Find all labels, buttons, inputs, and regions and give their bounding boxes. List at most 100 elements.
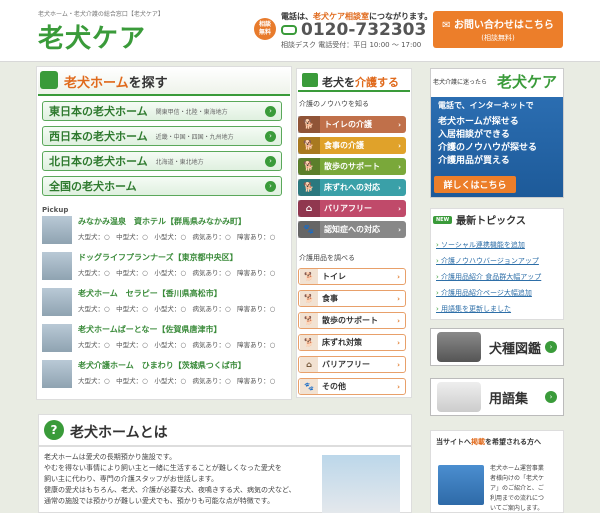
advertise-text: 者様向けの「老犬ケ: [490, 475, 545, 482]
chevron-right-icon: ›: [397, 360, 400, 369]
about-title: 老犬ホームとは: [70, 425, 168, 441]
banner-line: 介護のノウハウが探せる: [438, 143, 538, 153]
chevron-right-icon: ›: [398, 162, 401, 171]
banner-details-button[interactable]: 詳しくはこちら: [434, 176, 516, 193]
goods-toilet[interactable]: 🐕 トイレ ›: [298, 268, 406, 285]
toilet-icon: 🐕: [298, 116, 320, 133]
goods-label: 介護用品を調べる: [299, 254, 355, 262]
tel-hours: 相談デスク 電話受付：平日 10:00 ～ 17:00: [281, 41, 422, 49]
banner-line: 電話で、インターネットで: [438, 101, 534, 110]
goods-bedsore[interactable]: 🐕 床ずれ対策 ›: [298, 334, 406, 351]
knowhow-dementia[interactable]: 🐾 認知症への対応 ›: [298, 221, 406, 238]
chevron-right-icon: ›: [265, 181, 276, 192]
chevron-right-icon: ›: [398, 183, 401, 192]
pickup-item[interactable]: 老犬ホーム セラピー【香川県高松市】 大型犬：○ 中型犬：○ 小型犬：○ 病気あり…: [42, 286, 286, 320]
facility-photo: [42, 288, 72, 316]
advertise-text: 老犬ホーム運営事業: [490, 465, 544, 472]
knowhow-walk[interactable]: 🐕 散歩のサポート ›: [298, 158, 406, 175]
chevron-right-icon: ›: [397, 316, 400, 325]
book-icon: [437, 382, 481, 412]
banner-line: 介護用品が買える: [438, 156, 510, 166]
house-icon: [40, 71, 58, 89]
walk-icon: 🐕: [298, 158, 320, 175]
facility-photo: [42, 324, 72, 352]
region-east[interactable]: 東日本の老犬ホーム 関東甲信・北陸・東海地方 ›: [42, 101, 282, 121]
free-consult-badge: 相談 無料: [254, 18, 276, 40]
dog-photo: [322, 455, 400, 513]
pickup-item[interactable]: 老犬ホームぱーとなー【佐賀県唐津市】 大型犬：○ 中型犬：○ 小型犬：○ 病気あり…: [42, 322, 286, 356]
topic-link[interactable]: ソーシャル連携機能を追加: [436, 240, 525, 250]
topic-link[interactable]: 介護用品紹介 食品群大幅アップ: [436, 272, 541, 282]
advertise-title: 当サイトへ掲載を希望される方へ: [436, 438, 541, 446]
chevron-right-icon: ›: [545, 391, 557, 403]
contact-label: ✉ お問い合わせはこちら: [442, 20, 554, 31]
knowhow-toilet[interactable]: 🐕 トイレの介護 ›: [298, 116, 406, 133]
facility-photo: [42, 252, 72, 280]
about-text: 老犬ホームは愛犬の長期預かり施設です。: [44, 453, 177, 461]
contact-sublabel: (相談無料): [481, 34, 515, 42]
region-north[interactable]: 北日本の老犬ホーム 北海道・東北地方 ›: [42, 151, 282, 171]
chevron-right-icon: ›: [397, 294, 400, 303]
region-west[interactable]: 西日本の老犬ホーム 近畿・中国・四国・九州地方 ›: [42, 126, 282, 146]
knowhow-barrierfree[interactable]: ⌂ バリアフリー ›: [298, 200, 406, 217]
about-text: やむを得ない事情により飼い主と一緒に生活することが難しくなった愛犬を: [44, 464, 282, 472]
food-icon: 🐕: [298, 137, 320, 154]
chevron-right-icon: ›: [397, 272, 400, 281]
glossary-button[interactable]: 用語集 ›: [430, 378, 564, 416]
tel-number[interactable]: 0120-732303: [281, 20, 426, 40]
walk-icon: 🐕: [300, 313, 318, 328]
about-text: 通常の施設では預かりが難しい愛犬でも、預かりも可能な点が特徴です。: [44, 497, 275, 505]
paw-icon: 🐾: [298, 221, 320, 238]
bed-icon: 🐕: [298, 179, 320, 196]
new-badge: NEW: [433, 215, 453, 224]
goods-food[interactable]: 🐕 食事 ›: [298, 290, 406, 307]
chevron-right-icon: ›: [397, 338, 400, 347]
goods-other[interactable]: 🐾 その他 ›: [298, 378, 406, 395]
chevron-right-icon: ›: [397, 382, 400, 391]
pickup-label: Pickup: [42, 206, 69, 214]
paw-icon: 🐾: [300, 379, 318, 394]
pickup-item[interactable]: 老犬介護ホーム ひまわり【茨城県つくば市】 大型犬：○ 中型犬：○ 小型犬：○ 病…: [42, 358, 286, 392]
about-text: 飼い主に代わり、専門の介護スタッフがお世話します。: [44, 475, 219, 483]
about-text: 健康の愛犬はもちろん、老犬、介護が必要な犬、夜鳴きする犬、病気の犬など、: [44, 486, 296, 494]
food-icon: 🐕: [300, 291, 318, 306]
toilet-icon: 🐕: [300, 269, 318, 284]
mail-icon: ✉: [442, 20, 454, 31]
advertise-text: 利用までの流れにつ: [490, 495, 545, 502]
book-icon: [302, 73, 318, 87]
chevron-right-icon: ›: [398, 204, 401, 213]
facility-photo: [42, 216, 72, 244]
care-title: 老犬を介護する: [322, 76, 399, 89]
knowhow-food[interactable]: 🐕 食事の介護 ›: [298, 137, 406, 154]
pickup-item[interactable]: みなかみ温泉 資ホテル【群馬県みなかみ町】 大型犬：○ 中型犬：○ 小型犬：○ 病…: [42, 214, 286, 248]
site-logo[interactable]: 老犬ケア: [38, 18, 146, 55]
breed-guide-button[interactable]: 犬種図鑑 ›: [430, 328, 564, 366]
knowhow-bedsore[interactable]: 🐕 床ずれへの対応 ›: [298, 179, 406, 196]
advertise-text: ア」のご紹介と、ご: [490, 485, 544, 492]
search-title: 老犬ホームを探す: [64, 76, 168, 91]
topic-link[interactable]: 介護用品紹介ページ大幅追加: [436, 288, 532, 298]
topic-link[interactable]: 介護ノウハウバージョンアップ: [436, 256, 539, 266]
knowhow-label: 介護のノウハウを知る: [299, 100, 369, 108]
chevron-right-icon: ›: [398, 225, 401, 234]
site-tagline: 老犬ホーム・老犬介護の総合窓口【老犬ケア】: [38, 11, 164, 18]
goods-barrierfree[interactable]: ⌂ バリアフリー ›: [298, 356, 406, 373]
house-icon: ⌂: [298, 200, 320, 217]
chevron-right-icon: ›: [265, 131, 276, 142]
goods-walk[interactable]: 🐕 散歩のサポート ›: [298, 312, 406, 329]
banner-line: 入居相談ができる: [438, 130, 510, 140]
chevron-right-icon: ›: [265, 156, 276, 167]
question-icon: ?: [44, 420, 64, 440]
freedial-icon: [281, 25, 297, 35]
house-icon: ⌂: [300, 357, 318, 372]
devices-image: [438, 465, 484, 505]
contact-button[interactable]: ✉ お問い合わせはこちら (相談無料): [433, 11, 563, 48]
dog-icon: [437, 332, 481, 362]
bed-icon: 🐕: [300, 335, 318, 350]
topic-link[interactable]: 用語集を更新しました: [436, 304, 511, 314]
advertise-text: いてご案内します。: [490, 505, 544, 512]
topics-title: NEW 最新トピックス: [433, 212, 526, 227]
chevron-right-icon: ›: [398, 120, 401, 129]
pickup-item[interactable]: ドッグライフプランナーズ【東京都中央区】 大型犬：○ 中型犬：○ 小型犬：○ 病気…: [42, 250, 286, 284]
region-nationwide[interactable]: 全国の老犬ホーム ›: [42, 176, 282, 196]
